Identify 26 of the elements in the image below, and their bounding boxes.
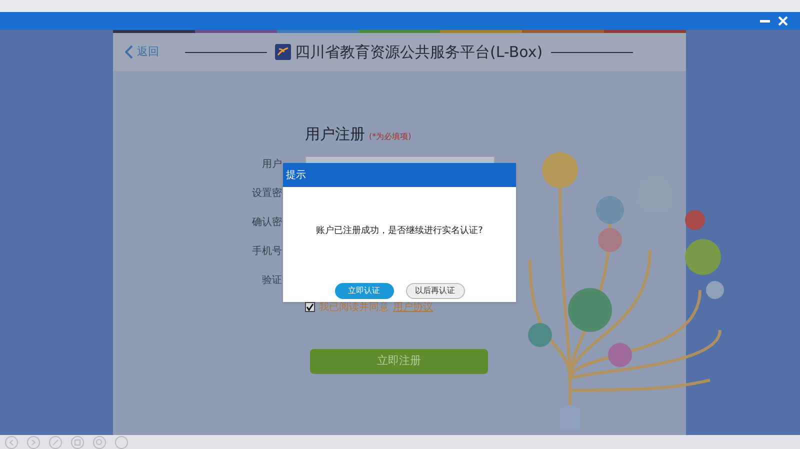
previous-icon[interactable] (4, 436, 19, 448)
dialog-message: 账户已注册成功，是否继续进行实名认证? (316, 225, 483, 238)
minimize-icon[interactable] (760, 19, 770, 23)
field-label: 用户 (261, 158, 282, 172)
agreement-link[interactable]: 用户协议 (393, 300, 433, 314)
back-link[interactable]: 返回 (125, 44, 185, 60)
form-title: 用户注册 (305, 124, 365, 145)
field-label: 验证 (261, 274, 282, 288)
verify-now-button[interactable]: 立即认证 (334, 283, 394, 299)
field-label: 手机号 (251, 244, 282, 259)
agreement-text: 我已阅读并同意 (319, 300, 389, 314)
register-button[interactable]: 立即注册 (310, 348, 488, 374)
close-icon[interactable] (778, 16, 788, 26)
page-title: 四川省教育资源公共服务平台(L-Box) (295, 42, 543, 63)
next-icon[interactable] (26, 436, 41, 448)
zoom-icon[interactable] (92, 436, 107, 448)
more-icon[interactable] (114, 436, 129, 448)
required-note: (*为必填项) (369, 131, 412, 143)
agreement-checkbox[interactable] (305, 302, 315, 312)
verify-later-button[interactable]: 以后再认证 (406, 283, 464, 299)
field-label: 确认密 (251, 216, 282, 230)
field-label: 设置密 (251, 186, 282, 201)
pen-icon[interactable] (48, 436, 63, 448)
copy-icon[interactable] (70, 436, 85, 448)
logo-icon (275, 44, 291, 60)
dialog-title: 提示 (286, 168, 306, 182)
